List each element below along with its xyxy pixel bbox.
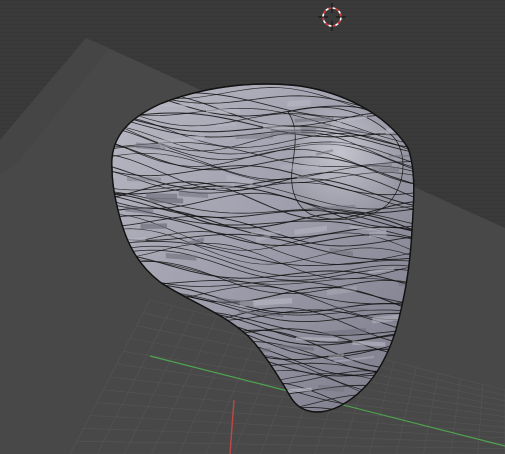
viewport-canvas[interactable]: [0, 0, 505, 454]
3d-viewport[interactable]: [0, 0, 505, 454]
